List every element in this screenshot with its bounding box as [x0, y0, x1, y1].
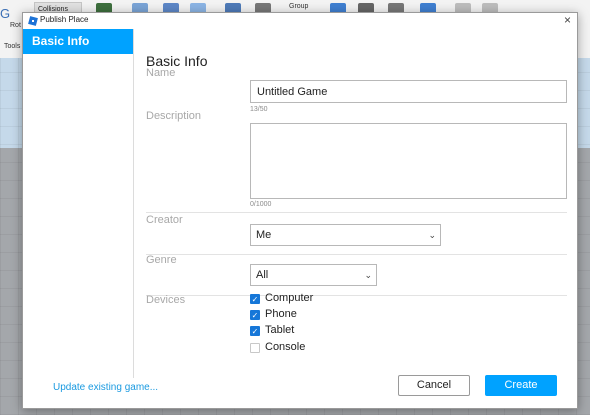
name-input[interactable]	[250, 80, 567, 103]
creator-label: Creator	[146, 214, 183, 226]
sidebar-item-basic-info[interactable]: Basic Info	[23, 29, 133, 54]
creator-value: Me	[256, 229, 272, 241]
name-counter: 13/50	[250, 106, 268, 113]
device-label: Tablet	[265, 324, 295, 336]
checkbox-checked-icon[interactable]: ✓	[250, 310, 260, 320]
update-existing-game-link[interactable]: Update existing game...	[53, 382, 158, 393]
divider	[146, 254, 567, 255]
checkbox-checked-icon[interactable]: ✓	[250, 326, 260, 336]
description-counter: 0/1000	[250, 201, 272, 208]
tools-label: Tools	[4, 43, 21, 50]
roblox-studio-icon	[28, 16, 38, 26]
name-label: Name	[146, 67, 176, 79]
publish-place-dialog: Publish Place × Basic Info Basic Info Na…	[22, 12, 578, 409]
device-label: Computer	[265, 292, 314, 304]
device-label: Console	[265, 341, 306, 353]
basic-info-panel: Basic Info Name 13/50 Description 0/1000…	[134, 29, 577, 378]
move-icon[interactable]: G	[0, 6, 10, 21]
chevron-down-icon: ⌄	[428, 230, 436, 240]
close-icon[interactable]: ×	[564, 13, 571, 27]
description-input[interactable]	[250, 123, 567, 199]
checkbox-unchecked-icon[interactable]	[250, 343, 260, 353]
genre-label: Genre	[146, 254, 177, 266]
chevron-down-icon: ⌄	[364, 270, 372, 280]
checkbox-checked-icon[interactable]: ✓	[250, 294, 260, 304]
devices-label: Devices	[146, 294, 186, 306]
device-label: Phone	[265, 308, 297, 320]
group-label[interactable]: Group	[289, 3, 308, 10]
sidebar: Basic Info	[23, 29, 134, 378]
divider	[146, 212, 567, 213]
dialog-titlebar[interactable]: Publish Place ×	[23, 13, 577, 29]
description-label: Description	[146, 110, 202, 122]
genre-select[interactable]: All ⌄	[250, 264, 377, 286]
divider	[146, 295, 567, 296]
dialog-footer: Update existing game... Cancel Create	[23, 375, 577, 408]
cancel-button[interactable]: Cancel	[398, 375, 470, 396]
genre-value: All	[256, 269, 269, 281]
dialog-title: Publish Place	[40, 15, 89, 24]
create-button[interactable]: Create	[485, 375, 557, 396]
rotate-label[interactable]: Rot	[10, 22, 21, 29]
creator-select[interactable]: Me ⌄	[250, 224, 441, 246]
